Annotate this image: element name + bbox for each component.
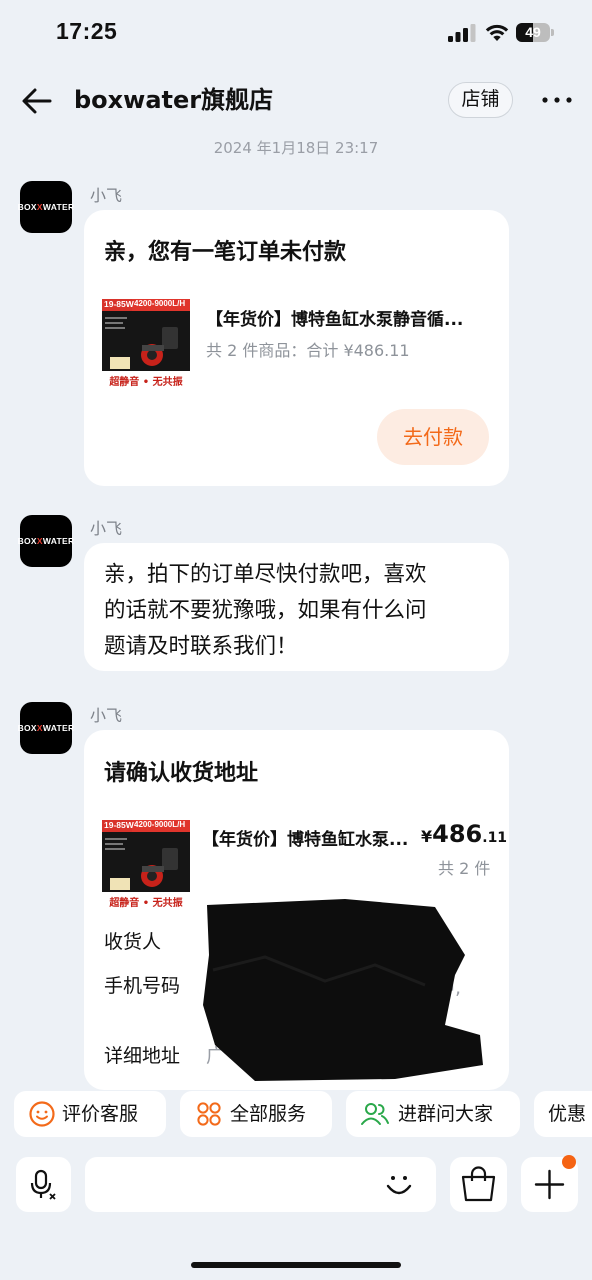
voice-input-button[interactable] [16, 1157, 71, 1212]
price-symbol: ¥ [421, 827, 433, 846]
chip-label: 评价客服 [62, 1103, 139, 1125]
address-label: 详细地址 [104, 1045, 181, 1067]
microphone-icon [30, 1169, 56, 1200]
wifi-icon [485, 24, 509, 41]
chip-label: 进群问大家 [398, 1103, 494, 1125]
phone-label: 手机号码 [104, 975, 181, 997]
product-qty: 共 2 件 [438, 859, 491, 878]
message-line: 的话就不要犹豫哦，如果有什么问 [104, 598, 427, 623]
price-integer: 486 [432, 820, 483, 848]
sender-name: 小飞 [90, 706, 123, 725]
message-line: 题请及时联系我们！ [104, 634, 298, 659]
shop-avatar[interactable]: BOXXWATER [18, 702, 74, 754]
battery-indicator: 49 [516, 23, 556, 42]
chip-label: 全部服务 [230, 1103, 307, 1125]
order-summary: 共 2 件商品：合计 ¥486.11 [206, 341, 410, 360]
price-decimal: .11 [482, 830, 508, 846]
chip-label: 优惠 [548, 1103, 587, 1125]
emoji-icon[interactable] [383, 1169, 415, 1201]
back-arrow-icon[interactable] [20, 84, 54, 118]
product-name[interactable]: 【年货价】博特鱼缸水泵... [202, 825, 412, 850]
shop-title: boxwater旗舰店 [74, 86, 274, 114]
rate-service-button[interactable]: 评价客服 [14, 1091, 166, 1137]
product-name[interactable]: 【年货价】博特鱼缸水泵静音循... [206, 305, 476, 330]
card-title: 亲，您有一笔订单未付款 [104, 240, 347, 265]
more-options-icon[interactable] [540, 86, 574, 114]
chat-timestamp: 2024 年1月18日 23:17 [213, 139, 379, 157]
sender-name: 小飞 [90, 519, 123, 538]
product-thumbnail[interactable]: 19-85W 4200-9000L/H 超静音 • 无共振 [102, 299, 190, 387]
product-price: ¥486.11 [421, 820, 507, 848]
thumb-power: 19-85W [104, 820, 134, 830]
sender-name: 小飞 [90, 186, 123, 205]
all-services-button[interactable]: 全部服务 [180, 1091, 332, 1137]
message-text: 亲，拍下的订单尽快付款吧，喜欢 的话就不要犹豫哦，如果有什么问 题请及时联系我们… [104, 557, 427, 665]
services-grid-icon [197, 1102, 221, 1126]
card-title: 请确认收货地址 [104, 761, 259, 786]
thumb-caption: 超静音 • 无共振 [109, 377, 183, 387]
shopping-bag-icon [461, 1166, 496, 1202]
cellular-signal-icon [448, 24, 476, 42]
message-input[interactable] [85, 1157, 436, 1212]
message-line: 亲，拍下的订单尽快付款吧，喜欢 [104, 562, 427, 587]
product-thumbnail[interactable]: 19-85W 4200-9000L/H 超静音 • 无共振 [102, 820, 190, 908]
home-indicator[interactable] [191, 1262, 401, 1268]
thumb-flow: 4200-9000L/H [134, 299, 186, 308]
thumb-power: 19-85W [104, 299, 134, 309]
receiver-label: 收货人 [104, 931, 162, 953]
thumb-flow: 4200-9000L/H [134, 820, 186, 829]
shop-avatar[interactable]: BOXXWATER [18, 181, 74, 233]
join-group-button[interactable]: 进群问大家 [346, 1091, 520, 1137]
thumb-caption: 超静音 • 无共振 [109, 898, 183, 908]
status-time: 17:25 [56, 18, 118, 44]
pay-now-button[interactable]: 去付款 [377, 409, 489, 465]
shop-avatar[interactable]: BOXXWATER [18, 515, 74, 567]
smile-icon [29, 1101, 55, 1127]
group-users-icon [361, 1103, 389, 1125]
shopping-bag-button[interactable] [450, 1157, 507, 1212]
shop-button[interactable]: 店铺 [448, 82, 513, 118]
battery-percent: 49 [525, 24, 541, 40]
redaction-mark [203, 899, 483, 1081]
discount-button[interactable]: 优惠 [534, 1091, 592, 1137]
notification-dot [562, 1155, 576, 1169]
